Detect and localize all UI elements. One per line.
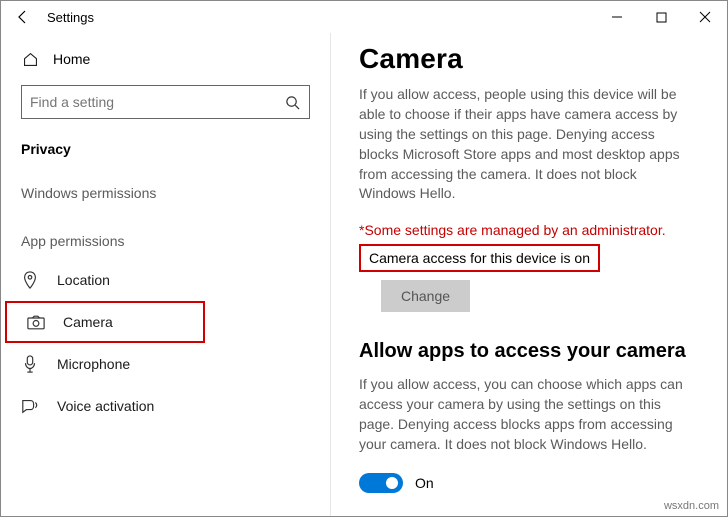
device-access-status: Camera access for this device is on — [359, 244, 600, 272]
home-link[interactable]: Home — [1, 39, 330, 79]
camera-icon — [27, 313, 45, 331]
search-input[interactable] — [30, 94, 283, 110]
group-windows-permissions: Windows permissions — [1, 163, 330, 211]
home-icon — [21, 50, 39, 68]
sidebar-item-microphone[interactable]: Microphone — [1, 343, 330, 385]
sidebar-item-label: Voice activation — [57, 398, 154, 414]
sidebar-item-label: Camera — [63, 314, 113, 330]
admin-note: *Some settings are managed by an adminis… — [359, 222, 697, 238]
sidebar-item-location[interactable]: Location — [1, 259, 330, 301]
titlebar: Settings — [1, 1, 727, 33]
section-subheading: Allow apps to access your camera — [359, 340, 697, 363]
voice-icon — [21, 397, 39, 415]
location-icon — [21, 271, 39, 289]
sidebar: Home Privacy Windows permissions App per… — [1, 33, 331, 516]
toggle-knob — [386, 477, 398, 489]
intro-text: If you allow access, people using this d… — [359, 85, 697, 204]
close-button[interactable] — [683, 2, 727, 32]
main-pane: Camera If you allow access, people using… — [331, 33, 727, 516]
home-label: Home — [53, 51, 90, 67]
search-box[interactable] — [21, 85, 310, 119]
toggle-label: On — [415, 475, 434, 491]
watermark: wsxdn.com — [664, 500, 719, 512]
sidebar-item-label: Location — [57, 272, 110, 288]
maximize-button[interactable] — [639, 2, 683, 32]
allow-apps-toggle-row: On — [359, 473, 697, 493]
change-button[interactable]: Change — [381, 280, 470, 312]
back-button[interactable] — [9, 3, 37, 31]
window-title: Settings — [47, 10, 94, 25]
search-icon — [283, 95, 301, 110]
sidebar-item-camera[interactable]: Camera — [5, 301, 205, 343]
group-app-permissions: App permissions — [1, 211, 330, 259]
sidebar-item-label: Microphone — [57, 356, 130, 372]
minimize-button[interactable] — [595, 2, 639, 32]
section-header-privacy: Privacy — [1, 133, 330, 163]
page-title: Camera — [359, 43, 697, 75]
window-controls — [595, 2, 727, 32]
microphone-icon — [21, 355, 39, 373]
sub-intro-text: If you allow access, you can choose whic… — [359, 375, 697, 455]
allow-apps-toggle[interactable] — [359, 473, 403, 493]
sidebar-item-voice-activation[interactable]: Voice activation — [1, 385, 330, 427]
